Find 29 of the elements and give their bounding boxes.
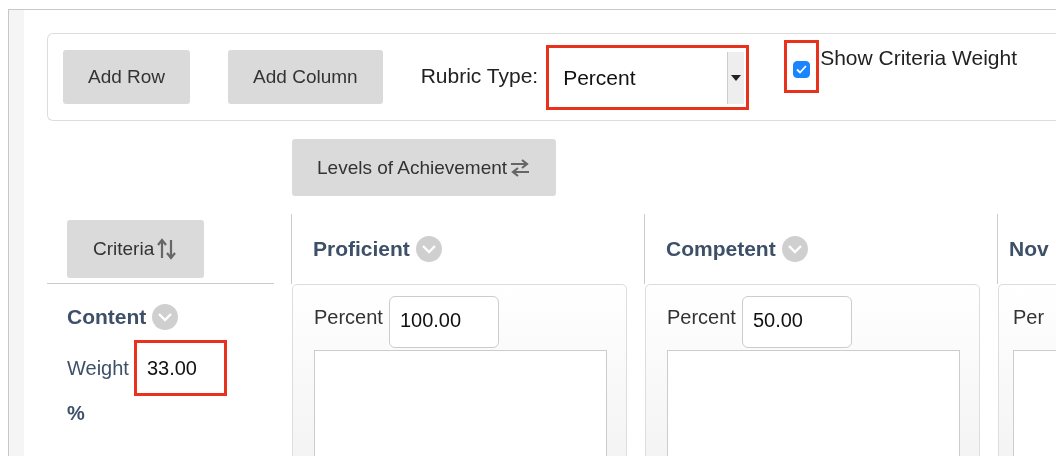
criterion-name: Content [67, 305, 147, 329]
percent-label: Percent [667, 305, 736, 329]
rubric-type-label: Rubric Type: [420, 64, 539, 88]
percent-input[interactable]: 100.00 [388, 296, 499, 348]
rubric-type-select[interactable]: Percent [546, 45, 750, 110]
show-weight-checkbox[interactable] [793, 61, 811, 78]
percent-sign: % [67, 402, 86, 425]
toolbar-button[interactable]: Add Row [63, 50, 191, 104]
chevron-circle-icon[interactable] [415, 236, 442, 262]
chevron-circle-icon[interactable] [152, 304, 179, 330]
percent-label: Per [1013, 305, 1045, 329]
weight-label: Weight [67, 356, 129, 380]
show-weight-label: Show Criteria Weight [820, 46, 1018, 70]
chevron-circle-icon[interactable] [781, 236, 808, 262]
sort-arrows-icon [156, 238, 179, 260]
level-heading: Nov [1009, 237, 1049, 261]
percent-label: Percent [314, 305, 383, 329]
caret-down-icon [731, 74, 742, 81]
criteria-button[interactable]: Criteria [67, 220, 205, 278]
percent-input[interactable]: 50.00 [741, 296, 852, 348]
swap-arrows-icon [509, 157, 532, 178]
check-icon [796, 65, 808, 74]
level-heading: Proficient [313, 237, 410, 261]
description-text-area[interactable] [314, 350, 607, 456]
weight-input[interactable]: 33.00 [133, 340, 227, 396]
level-heading: Competent [666, 237, 776, 261]
description-text-area[interactable] [667, 350, 960, 456]
toolbar-button[interactable]: Add Column [228, 50, 383, 104]
levels-of-achievement-button[interactable]: Levels of Achievement [292, 139, 557, 196]
